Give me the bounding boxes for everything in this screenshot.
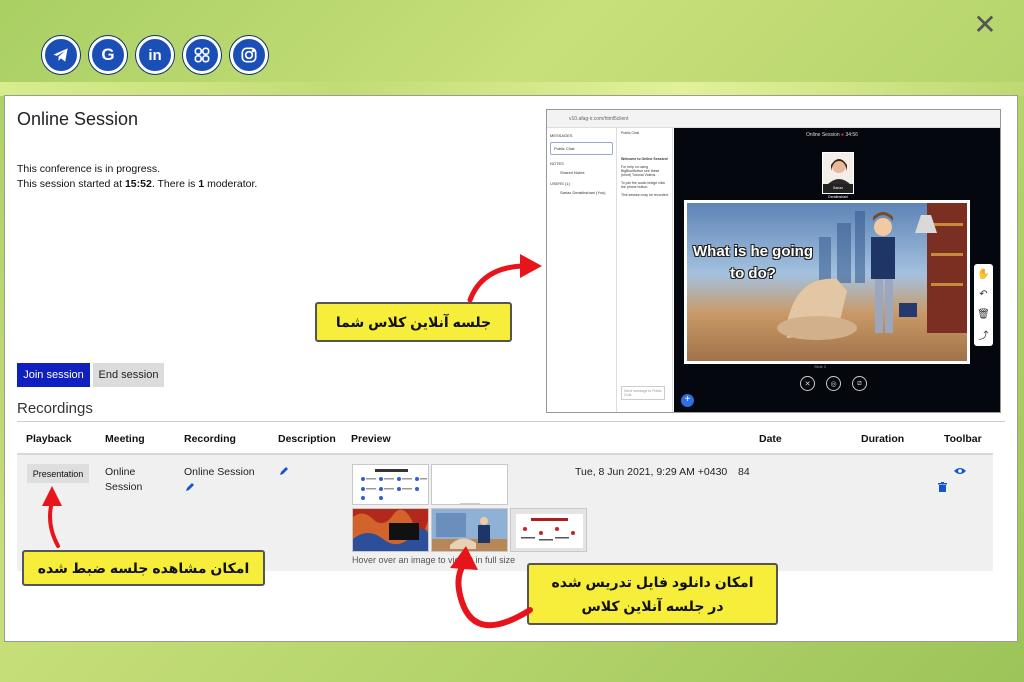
inset-chat-note: This session may be recorded. bbox=[621, 193, 669, 197]
slide-text: What is he going to do? bbox=[693, 243, 813, 282]
start-time: 15:52 bbox=[124, 178, 152, 190]
preview-thumb-1[interactable] bbox=[352, 464, 429, 505]
social-icons: G in bbox=[42, 36, 268, 74]
decorative-stripe bbox=[0, 82, 1024, 96]
date-cell: Tue, 8 Jun 2021, 9:29 AM +0430 bbox=[575, 466, 728, 478]
session-screenshot: v10.afag-ir.com/html5client MESSAGES Pub… bbox=[546, 109, 1001, 413]
close-icon[interactable]: ✕ bbox=[972, 11, 998, 39]
inset-chat-audio: To join the audio bridge click the phone… bbox=[621, 181, 665, 189]
join-session-button[interactable]: Join session bbox=[17, 363, 90, 387]
col-description: Description bbox=[278, 433, 336, 445]
recordings-title: Recordings bbox=[17, 400, 93, 417]
mic-off-icon[interactable]: ✕ bbox=[800, 376, 815, 391]
inset-messages: MESSAGES bbox=[550, 133, 573, 138]
instagram-icon[interactable] bbox=[230, 36, 268, 74]
slide-nav: Slide 2 bbox=[814, 364, 827, 369]
inset-public-chat: Public Chat bbox=[550, 142, 613, 155]
presentation-slide: What is he going to do? Slide 2 bbox=[684, 200, 970, 369]
trash-icon[interactable] bbox=[938, 482, 947, 492]
divider bbox=[17, 421, 1005, 422]
edit-recording-pencil-icon[interactable] bbox=[185, 482, 195, 492]
status-suffix: moderator. bbox=[204, 178, 258, 190]
screen-share-icon[interactable]: ⧄ bbox=[852, 376, 867, 391]
callout-download: امکان دانلود فایل تدریس شده در جلسه آنلا… bbox=[527, 563, 778, 625]
undo-icon[interactable]: ↶ bbox=[974, 284, 993, 304]
inset-notes: NOTES bbox=[550, 161, 564, 166]
inset-record-icon: ● bbox=[841, 132, 845, 138]
col-meeting: Meeting bbox=[105, 433, 145, 445]
meeting-cell: Online Session bbox=[105, 466, 143, 493]
callout-download-line1: امکان دانلود فایل تدریس شده bbox=[551, 574, 754, 590]
callout-download-line2: در جلسه آنلاین کلاس bbox=[581, 598, 724, 614]
inset-stage-name: Online Session bbox=[806, 132, 840, 138]
duration-cell: 84 bbox=[738, 466, 750, 478]
inset-shared-notes: Shared Notes bbox=[560, 170, 585, 175]
inset-stage-title: Online Session ● 34:56 bbox=[806, 132, 858, 138]
inset-stage: Online Session ● 34:56 Sanaz Derakhshani bbox=[674, 128, 1000, 412]
multi-user-icon[interactable]: ⤴ bbox=[974, 324, 993, 344]
arrow-to-session bbox=[467, 254, 542, 303]
callout-class-session: جلسه آنلاین کلاس شما bbox=[315, 302, 512, 342]
preview-thumb-3[interactable] bbox=[352, 508, 429, 552]
hand-tool-icon[interactable]: ✋ bbox=[974, 264, 993, 284]
col-preview: Preview bbox=[351, 433, 391, 445]
linkedin-icon[interactable]: in bbox=[136, 36, 174, 74]
status-line-2: This session started at 15:52. There is … bbox=[17, 177, 257, 192]
inset-users: USERS (1) bbox=[550, 181, 570, 186]
end-session-button[interactable]: End session bbox=[93, 363, 164, 387]
webcam-name: Sanaz Derakhshani bbox=[823, 184, 853, 199]
recording-cell: Online Session bbox=[184, 466, 255, 478]
inset-chat-header: Public Chat bbox=[621, 131, 639, 135]
status-prefix: This session started at bbox=[17, 178, 125, 190]
inset-sidebar: MESSAGES Public Chat NOTES Shared Notes … bbox=[547, 128, 617, 412]
callout-view-recorded: امکان مشاهده جلسه ضبط شده bbox=[22, 550, 265, 586]
eye-icon[interactable] bbox=[954, 467, 966, 475]
webcam-tile: Sanaz Derakhshani bbox=[822, 152, 854, 199]
status-mid: . There is bbox=[151, 178, 199, 190]
col-date: Date bbox=[759, 433, 782, 445]
inset-chat-body: For help on using BigBlueButton see thes… bbox=[621, 165, 660, 177]
delete-icon[interactable]: 🗑 bbox=[974, 304, 993, 324]
session-status: This conference is in progress. This ses… bbox=[17, 162, 257, 192]
presentation-button[interactable]: Presentation bbox=[27, 464, 89, 483]
inset-chat: Public Chat Welcome to Online Session! F… bbox=[618, 128, 673, 412]
google-icon[interactable]: G bbox=[89, 36, 127, 74]
col-playback: Playback bbox=[26, 433, 72, 445]
inset-chat-input: Send message to Public Chat bbox=[621, 386, 665, 400]
col-duration: Duration bbox=[861, 433, 905, 445]
arrow-to-preview bbox=[450, 546, 533, 629]
telegram-icon[interactable] bbox=[42, 36, 80, 74]
page-title: Online Session bbox=[17, 109, 139, 129]
camera-off-icon[interactable]: ◎ bbox=[826, 376, 841, 391]
edit-description-pencil-icon[interactable] bbox=[279, 466, 289, 476]
whiteboard-tools: ✋ ↶ 🗑 ⤴ bbox=[974, 264, 993, 346]
inset-user-name: Sanaz Derakhshani (You) bbox=[560, 190, 606, 195]
app-icon[interactable] bbox=[183, 36, 221, 74]
browser-url: v10.afag-ir.com/html5client bbox=[547, 110, 1000, 128]
col-toolbar: Toolbar bbox=[944, 433, 982, 445]
actions-plus-button[interactable]: + bbox=[681, 394, 694, 407]
arrow-to-presentation bbox=[42, 486, 62, 548]
preview-thumb-2[interactable] bbox=[431, 464, 508, 505]
col-recording: Recording bbox=[184, 433, 236, 445]
inset-timer: 34:56 bbox=[845, 132, 858, 138]
inset-chat-welcome: Welcome to Online Session! bbox=[621, 157, 669, 161]
status-line-1: This conference is in progress. bbox=[17, 163, 160, 175]
